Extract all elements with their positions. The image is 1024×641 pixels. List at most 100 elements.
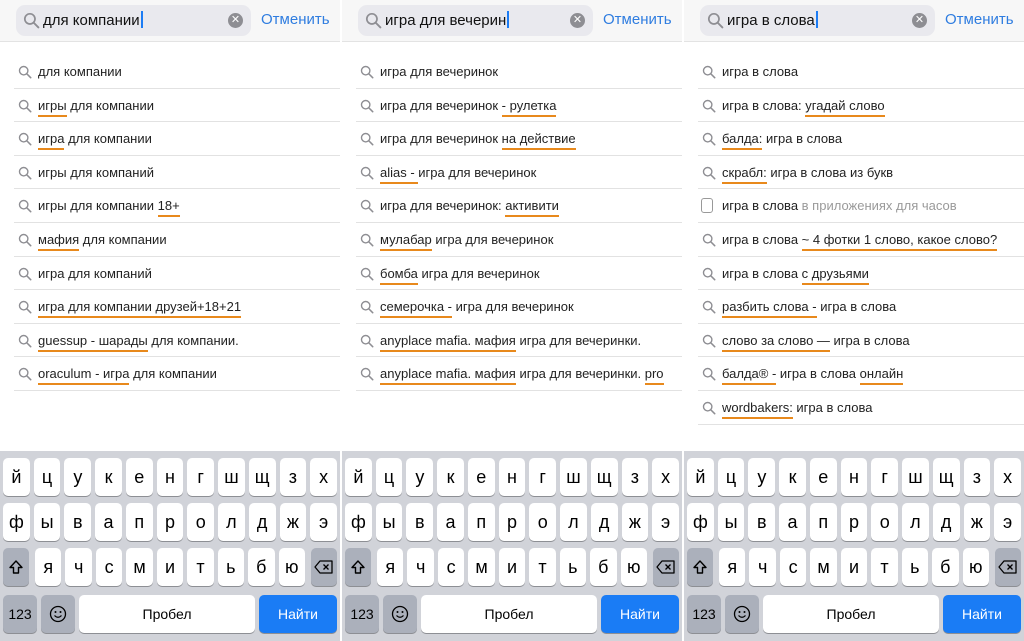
key-letter[interactable]: м	[468, 548, 495, 586]
key-letter[interactable]: о	[529, 503, 557, 541]
suggestion-item[interactable]: балда® - игра в слова онлайн	[698, 357, 1024, 391]
key-letter[interactable]: ж	[963, 503, 991, 541]
emoji-key[interactable]	[383, 595, 417, 633]
clear-icon[interactable]: ✕	[570, 13, 585, 28]
key-letter[interactable]: н	[840, 458, 868, 496]
key-letter[interactable]: г	[187, 458, 215, 496]
suggestion-item[interactable]: anyplace mafia. мафия игра для вечеринки…	[356, 357, 682, 391]
key-letter[interactable]: с	[779, 548, 807, 586]
key-letter[interactable]: а	[437, 503, 464, 541]
suggestion-item[interactable]: alias - игра для вечеринок	[356, 156, 682, 190]
suggestion-item[interactable]: игра для вечеринок	[356, 55, 682, 89]
suggestion-item[interactable]: игра для компании друзей+18+21	[14, 290, 340, 324]
key-letter[interactable]: б	[932, 548, 959, 586]
key-letter[interactable]: ш	[560, 458, 587, 496]
key-letter[interactable]: й	[687, 458, 714, 496]
suggestion-item[interactable]: разбить слова - игра в слова	[698, 290, 1024, 324]
suggestion-item[interactable]: игра для вечеринок: активити	[356, 189, 682, 223]
key-letter[interactable]: в	[64, 503, 92, 541]
emoji-key[interactable]	[41, 595, 75, 633]
key-letter[interactable]: у	[64, 458, 92, 496]
key-letter[interactable]: э	[652, 503, 679, 541]
key-letter[interactable]: л	[218, 503, 245, 541]
key-letter[interactable]: м	[126, 548, 153, 586]
shift-key[interactable]	[345, 548, 371, 586]
key-letter[interactable]: ы	[717, 503, 745, 541]
key-letter[interactable]: ж	[621, 503, 649, 541]
key-letter[interactable]: щ	[590, 458, 618, 496]
suggestion-item[interactable]: anyplace mafia. мафия игра для вечеринки…	[356, 324, 682, 358]
key-letter[interactable]: з	[279, 458, 307, 496]
key-letter[interactable]: х	[994, 458, 1021, 496]
key-letter[interactable]: ы	[375, 503, 403, 541]
key-letter[interactable]: р	[498, 503, 526, 541]
suggestion-item[interactable]: бомба игра для вечеринок	[356, 257, 682, 291]
key-letter[interactable]: ю	[278, 548, 305, 586]
key-letter[interactable]: з	[963, 458, 991, 496]
suggestion-item[interactable]: игра в слова ~ 4 фотки 1 слово, какое сл…	[698, 223, 1024, 257]
suggestion-item[interactable]: guessup - шарады для компании.	[14, 324, 340, 358]
key-letter[interactable]: ю	[962, 548, 989, 586]
key-letter[interactable]: п	[125, 503, 153, 541]
key-letter[interactable]: с	[95, 548, 123, 586]
key-letter[interactable]: ф	[687, 503, 714, 541]
key-letter[interactable]: р	[840, 503, 868, 541]
suggestion-item[interactable]: скрабл: игра в слова из букв	[698, 156, 1024, 190]
cancel-button[interactable]: Отменить	[945, 11, 1014, 28]
suggestion-item[interactable]: игры для компании 18+	[14, 189, 340, 223]
key-letter[interactable]: п	[809, 503, 837, 541]
key-letter[interactable]: д	[590, 503, 618, 541]
key-letter[interactable]: к	[779, 458, 806, 496]
search-input[interactable]: игра для вечерин ✕	[358, 5, 593, 36]
suggestion-item[interactable]: игра для компании	[14, 122, 340, 156]
key-letter[interactable]: ч	[65, 548, 92, 586]
emoji-key[interactable]	[725, 595, 759, 633]
suggestion-item[interactable]: игра в слова с друзьями	[698, 257, 1024, 291]
key-letter[interactable]: ш	[902, 458, 929, 496]
key-letter[interactable]: и	[156, 548, 184, 586]
suggestion-item[interactable]: wordbakers: игра в слова	[698, 391, 1024, 425]
suggestion-item[interactable]: игра в слова в приложениях для часов	[698, 189, 1024, 223]
key-letter[interactable]: м	[810, 548, 837, 586]
key-letter[interactable]: я	[719, 548, 746, 586]
key-letter[interactable]: н	[498, 458, 526, 496]
key-letter[interactable]: с	[437, 548, 465, 586]
key-letter[interactable]: ф	[345, 503, 372, 541]
key-letter[interactable]: д	[932, 503, 960, 541]
key-letter[interactable]: щ	[932, 458, 960, 496]
space-key[interactable]: Пробел	[763, 595, 939, 633]
clear-icon[interactable]: ✕	[912, 13, 927, 28]
key-letter[interactable]: л	[902, 503, 929, 541]
key-letter[interactable]: т	[187, 548, 214, 586]
key-letter[interactable]: ш	[218, 458, 245, 496]
suggestion-item[interactable]: балда: игра в слова	[698, 122, 1024, 156]
suggestion-item[interactable]: oraculum - игра для компании	[14, 357, 340, 391]
key-letter[interactable]: ь	[901, 548, 929, 586]
suggestion-item[interactable]: игра в слова: угадай слово	[698, 89, 1024, 123]
key-letter[interactable]: ц	[717, 458, 745, 496]
key-letter[interactable]: й	[345, 458, 372, 496]
key-letter[interactable]: н	[156, 458, 184, 496]
key-letter[interactable]: к	[437, 458, 464, 496]
key-letter[interactable]: з	[621, 458, 649, 496]
backspace-key[interactable]	[995, 548, 1021, 586]
suggestion-item[interactable]: семерочка - игра для вечеринок	[356, 290, 682, 324]
key-letter[interactable]: ь	[559, 548, 587, 586]
key-letter[interactable]: б	[248, 548, 275, 586]
key-letter[interactable]: ь	[217, 548, 245, 586]
suggestion-item[interactable]: игра в слова	[698, 55, 1024, 89]
key-letter[interactable]: ю	[620, 548, 647, 586]
backspace-key[interactable]	[311, 548, 337, 586]
space-key[interactable]: Пробел	[421, 595, 597, 633]
search-key[interactable]: Найти	[943, 595, 1021, 633]
key-letter[interactable]: е	[125, 458, 153, 496]
key-letter[interactable]: ф	[3, 503, 30, 541]
key-letter[interactable]: в	[406, 503, 434, 541]
key-letter[interactable]: г	[871, 458, 899, 496]
cancel-button[interactable]: Отменить	[603, 11, 672, 28]
key-letter[interactable]: э	[310, 503, 337, 541]
numbers-key[interactable]: 123	[687, 595, 721, 633]
key-letter[interactable]: я	[35, 548, 62, 586]
key-letter[interactable]: о	[871, 503, 899, 541]
key-letter[interactable]: е	[467, 458, 495, 496]
